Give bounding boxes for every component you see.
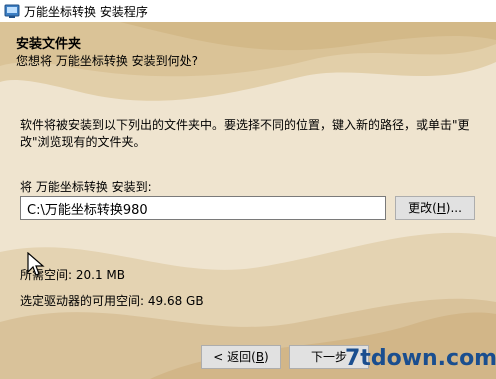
instruction-text: 软件将被安装到以下列出的文件夹中。要选择不同的位置，键入新的路径，或单击"更改"… bbox=[20, 118, 470, 149]
window-title: 万能坐标转换 安装程序 bbox=[24, 5, 148, 19]
change-button-label-end: )... bbox=[445, 201, 462, 215]
change-button[interactable]: 更改(H)... bbox=[395, 196, 475, 220]
back-button-label: < 返回( bbox=[213, 350, 256, 364]
back-button[interactable]: < 返回(B) bbox=[201, 345, 281, 369]
mouse-cursor-icon bbox=[27, 252, 45, 276]
back-button-hotkey: B bbox=[255, 350, 265, 364]
back-button-label-end: ) bbox=[264, 350, 269, 364]
destination-path-input[interactable] bbox=[20, 196, 386, 220]
title-bar: 万能坐标转换 安装程序 bbox=[0, 0, 496, 23]
page-heading: 安装文件夹 bbox=[16, 37, 82, 52]
installer-app-icon bbox=[4, 4, 20, 18]
page-subheading: 您想将 万能坐标转换 安装到何处? bbox=[16, 54, 198, 68]
watermark-text: 7tdown.com bbox=[345, 346, 496, 371]
available-space-text: 选定驱动器的可用空间: 49.68 GB bbox=[20, 294, 204, 308]
change-button-hotkey: H bbox=[436, 201, 446, 215]
destination-label: 将 万能坐标转换 安装到: bbox=[20, 180, 152, 194]
change-button-label: 更改( bbox=[408, 201, 437, 215]
